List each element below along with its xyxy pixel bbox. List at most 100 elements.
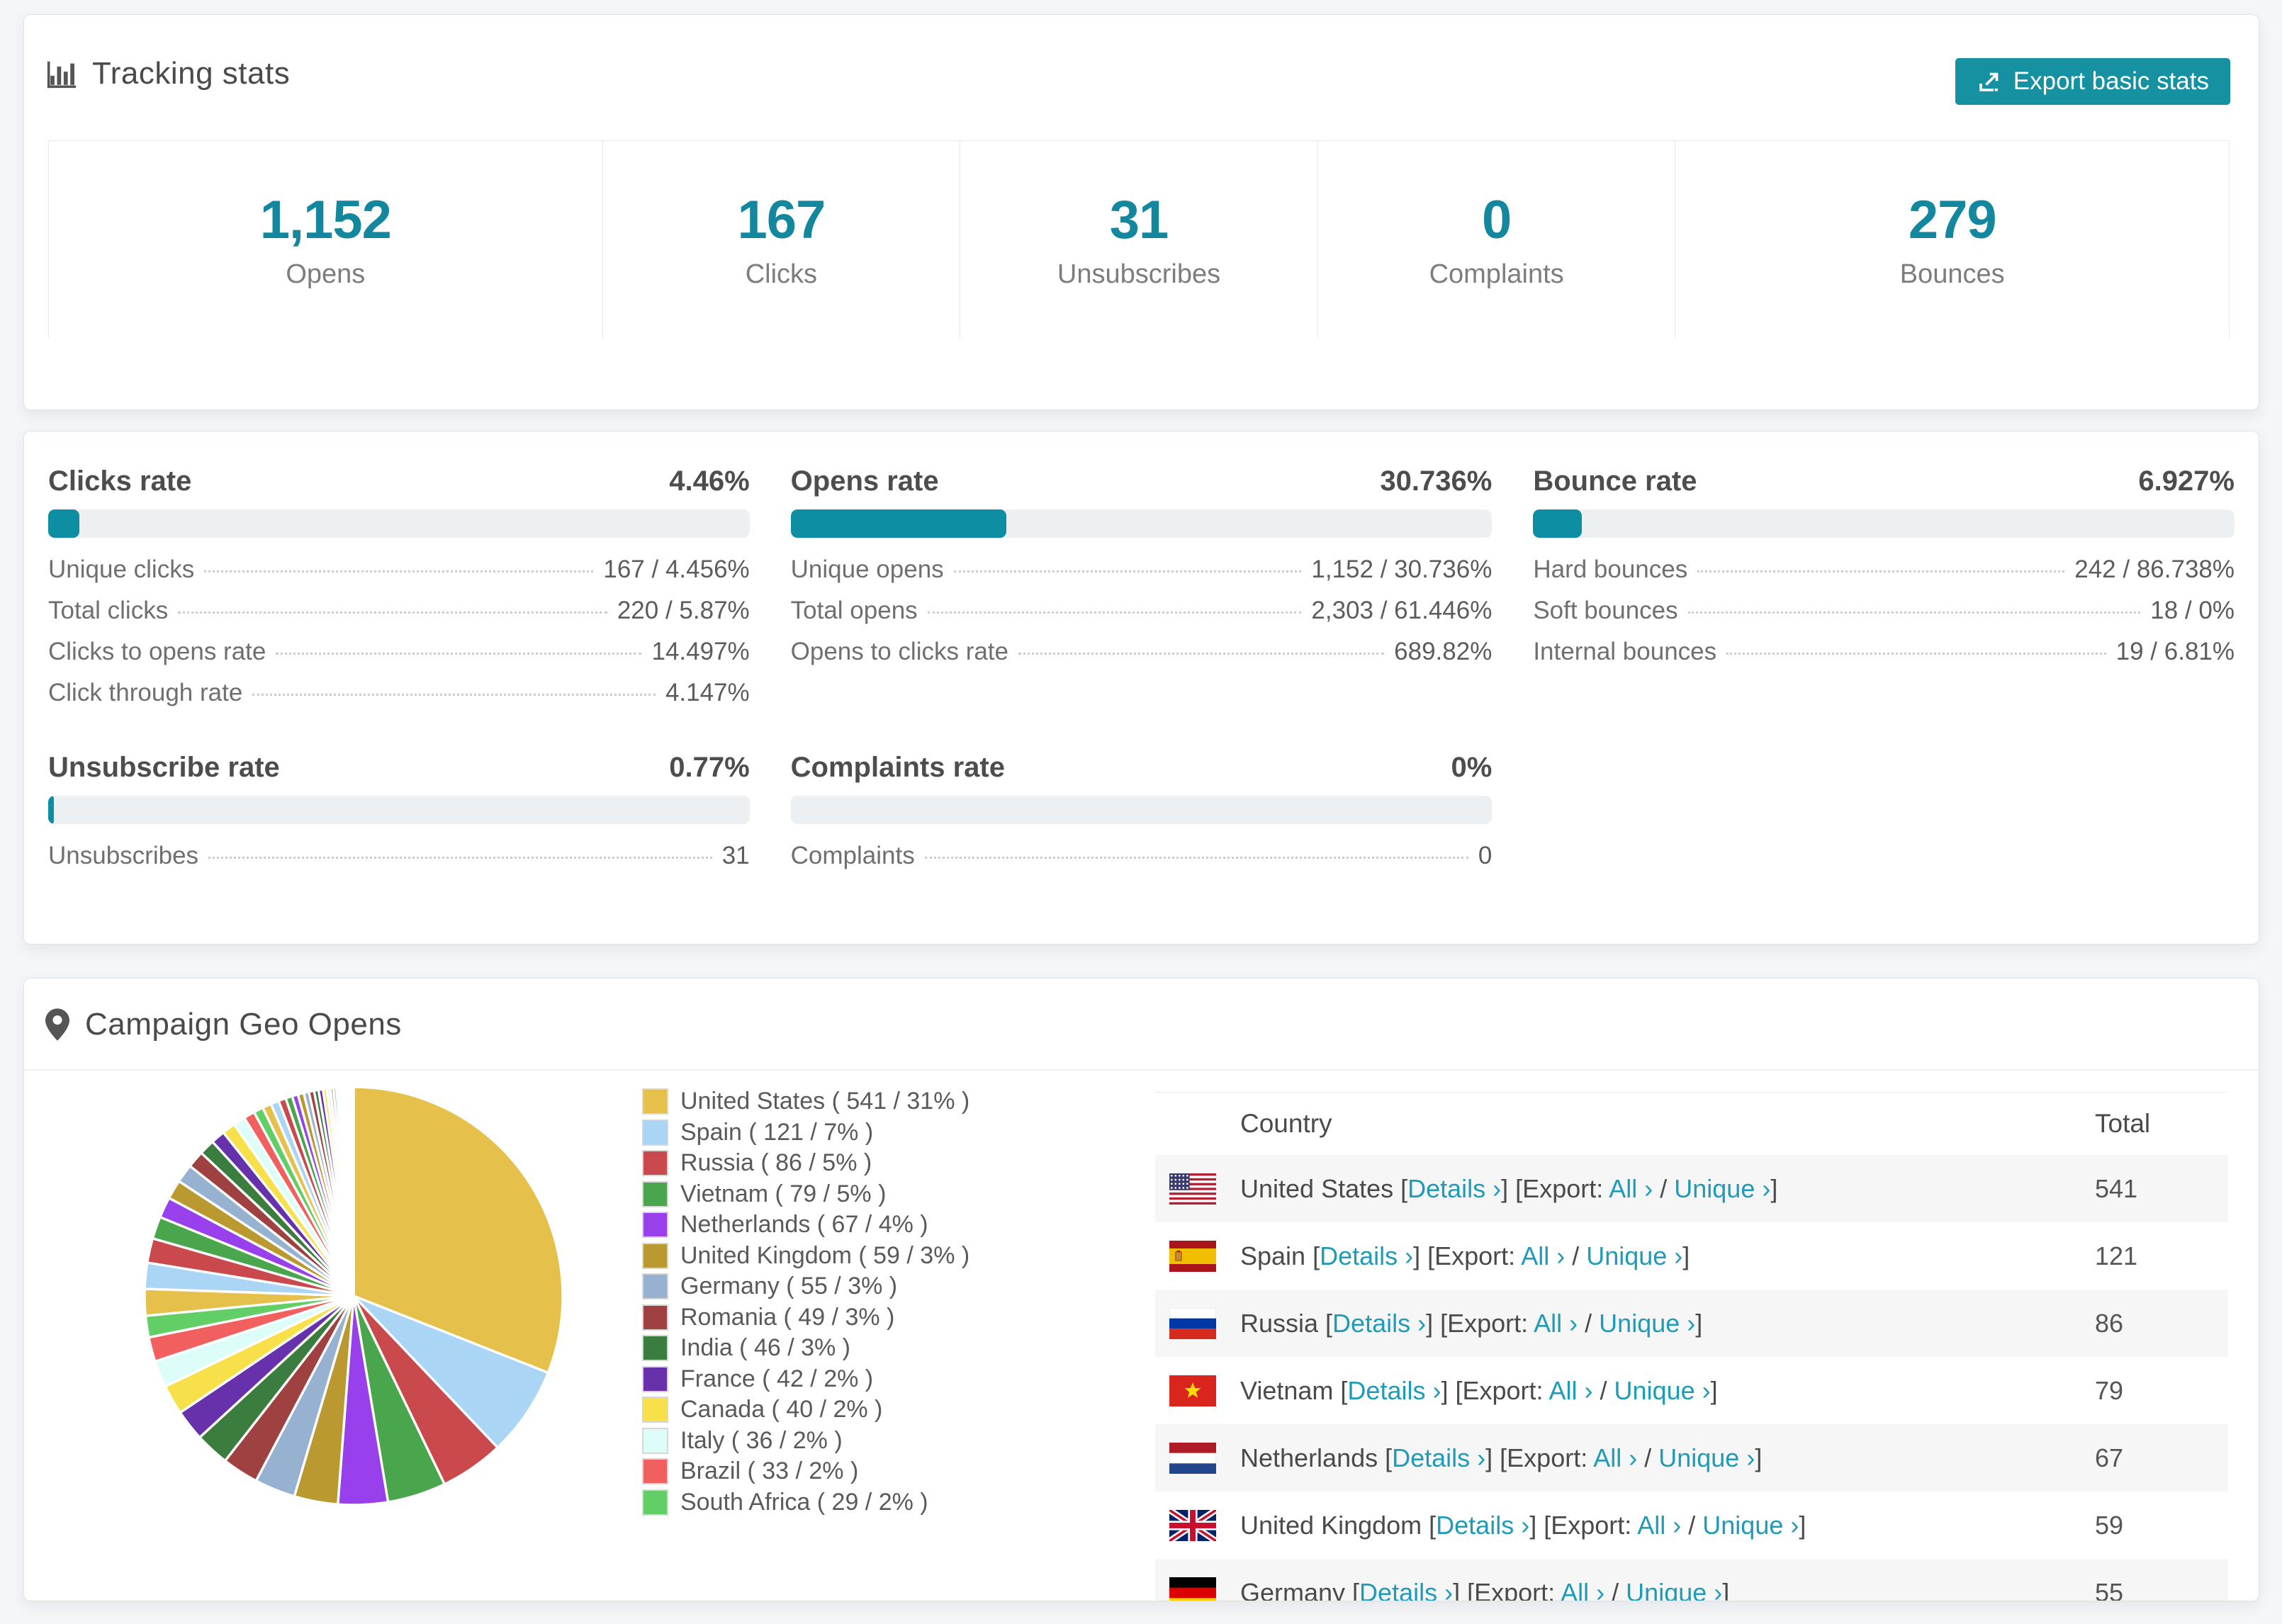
rate-rows: Hard bounces 242 / 86.738% Soft bounces …	[1533, 556, 2235, 679]
geo-table-row-germany: Germany [Details ›] [Export: All › / Uni…	[1155, 1559, 2228, 1601]
stat-value: 1,152	[259, 190, 392, 250]
legend-item-brazil[interactable]: Brazil ( 33 / 2% )	[642, 1456, 969, 1487]
rate-detail-label: Hard bounces	[1533, 556, 1688, 583]
export-all-link[interactable]: All ›	[1637, 1511, 1681, 1540]
legend-swatch-icon	[642, 1150, 668, 1177]
export-basic-stats-button[interactable]: Export basic stats	[1955, 58, 2230, 105]
rate-progress-bar	[48, 509, 750, 538]
export-all-link[interactable]: All ›	[1549, 1376, 1593, 1405]
total-cell: 121	[2095, 1241, 2138, 1270]
legend-label: Russia ( 86 / 5% )	[680, 1149, 872, 1177]
flag-nl-icon	[1169, 1442, 1216, 1474]
rate-detail-value: 1,152 / 30.736%	[1311, 556, 1493, 583]
flag-es-icon	[1169, 1240, 1216, 1272]
rate-block-complaints-rate: Complaints rate 0% Complaints 0	[790, 750, 1493, 883]
export-unique-link[interactable]: Unique ›	[1702, 1511, 1799, 1540]
legend-swatch-icon	[642, 1458, 668, 1485]
stat-value: 167	[737, 190, 826, 250]
export-unique-link[interactable]: Unique ›	[1674, 1174, 1770, 1203]
export-unique-link[interactable]: Unique ›	[1586, 1241, 1682, 1270]
legend-label: Vietnam ( 79 / 5% )	[680, 1180, 887, 1207]
total-cell: 86	[2095, 1308, 2124, 1338]
stat-label: Clicks	[745, 259, 818, 289]
flag-vn-icon	[1169, 1375, 1216, 1406]
rate-title: Clicks rate	[48, 466, 192, 497]
legend-item-france[interactable]: France ( 42 / 2% )	[642, 1364, 969, 1395]
details-link[interactable]: Details ›	[1359, 1578, 1453, 1601]
rate-detail-label: Unique clicks	[48, 556, 195, 583]
campaign-geo-opens-card: Campaign Geo Opens United States ( 541 /…	[23, 978, 2259, 1601]
rate-detail-label: Complaints	[790, 842, 915, 869]
export-all-link[interactable]: All ›	[1561, 1578, 1604, 1601]
export-all-link[interactable]: All ›	[1609, 1174, 1653, 1203]
country-cell: Spain [Details ›] [Export: All › / Uniqu…	[1240, 1241, 1690, 1270]
rate-progress-fill	[1533, 509, 1582, 538]
legend-label: India ( 46 / 3% )	[680, 1334, 851, 1362]
rate-progress-fill	[48, 796, 54, 824]
legend-label: United States ( 541 / 31% )	[680, 1088, 970, 1115]
rate-block-unsubscribe-rate: Unsubscribe rate 0.77% Unsubscribes 31	[48, 750, 750, 883]
rate-rows: Unique opens 1,152 / 30.736% Total opens…	[791, 556, 1493, 679]
geo-table-row-united-states: United States [Details ›] [Export: All ›…	[1155, 1155, 2228, 1222]
legend-swatch-icon	[642, 1304, 668, 1331]
legend-label: Italy ( 36 / 2% )	[680, 1426, 843, 1454]
stat-label: Bounces	[1899, 259, 2005, 289]
details-link[interactable]: Details ›	[1392, 1443, 1485, 1472]
legend-swatch-icon	[642, 1180, 668, 1207]
details-link[interactable]: Details ›	[1407, 1174, 1501, 1203]
export-all-link[interactable]: All ›	[1521, 1241, 1565, 1270]
rate-detail-row: Click through rate 4.147%	[48, 679, 750, 720]
legend-item-canada[interactable]: Canada ( 40 / 2% )	[642, 1394, 969, 1426]
dotted-leader	[252, 694, 656, 696]
rate-detail-value: 4.147%	[665, 679, 750, 706]
legend-item-netherlands[interactable]: Netherlands ( 67 / 4% )	[642, 1209, 969, 1241]
rates-grid: Clicks rate 4.46% Unique clicks 167 / 4.…	[48, 464, 2235, 883]
export-unique-link[interactable]: Unique ›	[1626, 1578, 1722, 1601]
pie-slice-other[interactable]	[352, 1086, 355, 1297]
geo-table-header: Country Total	[1155, 1093, 2228, 1155]
legend-item-vietnam[interactable]: Vietnam ( 79 / 5% )	[642, 1179, 969, 1210]
details-link[interactable]: Details ›	[1332, 1309, 1426, 1338]
legend-item-russia[interactable]: Russia ( 86 / 5% )	[642, 1148, 969, 1179]
geo-table-row-netherlands: Netherlands [Details ›] [Export: All › /…	[1155, 1424, 2228, 1492]
geo-pie-chart[interactable]	[140, 1082, 568, 1510]
country-cell: United Kingdom [Details ›] [Export: All …	[1240, 1510, 1806, 1540]
legend-item-spain[interactable]: Spain ( 121 / 7% )	[642, 1117, 969, 1149]
rate-progress-bar	[1533, 509, 2235, 538]
details-link[interactable]: Details ›	[1320, 1241, 1413, 1270]
stat-label: Complaints	[1429, 259, 1564, 289]
total-cell: 79	[2095, 1375, 2124, 1405]
rate-detail-value: 0	[1478, 842, 1493, 869]
rate-detail-value: 167 / 4.456%	[603, 556, 750, 583]
total-cell: 59	[2095, 1510, 2124, 1540]
rate-detail-row: Total clicks 220 / 5.87%	[48, 597, 750, 638]
geo-table-row-russia: Russia [Details ›] [Export: All › / Uniq…	[1155, 1290, 2228, 1357]
rate-value: 0%	[1451, 752, 1493, 783]
total-cell: 55	[2095, 1577, 2124, 1601]
details-link[interactable]: Details ›	[1436, 1511, 1529, 1540]
legend-item-united-kingdom[interactable]: United Kingdom ( 59 / 3% )	[642, 1241, 969, 1272]
rate-title: Unsubscribe rate	[48, 752, 280, 783]
rate-rows: Complaints 0	[791, 842, 1493, 883]
rate-progress-bar	[48, 796, 750, 824]
legend-label: Netherlands ( 67 / 4% )	[680, 1211, 928, 1239]
details-link[interactable]: Details ›	[1347, 1376, 1441, 1405]
legend-item-south-africa[interactable]: South Africa ( 29 / 2% )	[642, 1487, 969, 1518]
export-all-link[interactable]: All ›	[1534, 1309, 1578, 1338]
export-all-link[interactable]: All ›	[1593, 1443, 1637, 1472]
geo-title: Campaign Geo Opens	[85, 1007, 402, 1042]
legend-label: South Africa ( 29 / 2% )	[680, 1488, 928, 1516]
rate-detail-label: Internal bounces	[1533, 638, 1717, 665]
legend-item-india[interactable]: India ( 46 / 3% )	[642, 1333, 969, 1364]
rate-block-head: Bounce rate 6.927%	[1533, 464, 2235, 498]
country-cell: Russia [Details ›] [Export: All › / Uniq…	[1240, 1308, 1703, 1338]
legend-item-romania[interactable]: Romania ( 49 / 3% )	[642, 1302, 969, 1333]
legend-item-united-states[interactable]: United States ( 541 / 31% )	[642, 1086, 969, 1117]
export-unique-link[interactable]: Unique ›	[1614, 1376, 1711, 1405]
rate-detail-label: Total clicks	[48, 597, 169, 624]
rate-block-bounce-rate: Bounce rate 6.927% Hard bounces 242 / 86…	[1533, 464, 2235, 720]
legend-item-italy[interactable]: Italy ( 36 / 2% )	[642, 1426, 969, 1457]
export-unique-link[interactable]: Unique ›	[1658, 1443, 1755, 1472]
legend-item-germany[interactable]: Germany ( 55 / 3% )	[642, 1271, 969, 1302]
export-unique-link[interactable]: Unique ›	[1599, 1309, 1695, 1338]
